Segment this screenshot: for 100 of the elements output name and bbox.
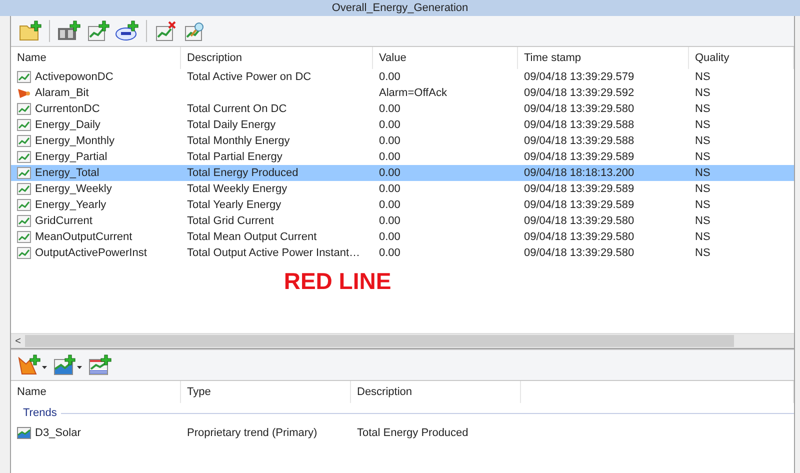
trend-chart-icon [17,71,31,83]
table-cell: NS [695,247,710,259]
trend-chart-icon [17,199,31,211]
table-cell: D3_Solar [35,427,81,439]
group-title: Trends [23,407,57,419]
table-cell: 0.00 [379,135,400,147]
table-cell: Proprietary trend (Primary) [187,427,318,439]
trend-chart-icon [17,247,31,259]
table-cell: NS [695,103,710,115]
table-cell: NS [695,135,710,147]
table-cell: 09/04/18 13:39:29.589 [524,199,634,211]
table-cell: Total Partial Energy [187,151,282,163]
table-row[interactable]: Energy_Daily Total Daily Energy 0.00 09/04/18 13:39:29.588 NS [11,117,794,133]
table-row[interactable]: CurrentonDC Total Current On DC 0.00 09/04/18 13:39:29.580 NS [11,101,794,117]
table-cell: NS [695,183,710,195]
table-cell: 0.00 [379,119,400,131]
table-cell: NS [695,71,710,83]
table-cell: Total Energy Produced [357,427,468,439]
table-cell: Alaram_Bit [35,87,89,99]
add-binary-variable-button[interactable] [56,19,82,43]
table-cell: NS [695,199,710,211]
table-cell: 09/04/18 13:39:29.592 [524,87,634,99]
trend-chart-icon [17,215,31,227]
table-cell: 09/04/18 13:39:29.580 [524,247,634,259]
table-row[interactable]: Energy_Partial Total Partial Energy 0.00 09/04/18 13:39:29.589 NS [11,149,794,165]
table-cell: Alarm=OffAck [379,87,447,99]
table-cell: 0.00 [379,151,400,163]
table-cell: 0.00 [379,199,400,211]
table-cell: Total Daily Energy [187,119,276,131]
table-cell: 09/04/18 13:39:29.580 [524,231,634,243]
table-row[interactable]: Energy_Weekly Total Weekly Energy 0.00 09/04/18 13:39:29.589 NS [11,181,794,197]
table-cell: 09/04/18 13:39:29.589 [524,151,634,163]
table-cell: Energy_Monthly [35,135,114,147]
column-header[interactable]: Quality [689,47,794,69]
column-header[interactable]: Name [11,381,181,403]
add-text-variable-button[interactable] [114,19,140,43]
table-cell: Total Energy Produced [187,167,298,179]
column-header[interactable]: Description [351,381,521,403]
table-cell: Energy_Partial [35,151,108,163]
area-chart-icon [17,427,31,439]
table-cell: 0.00 [379,215,400,227]
table-cell: Total Yearly Energy [187,199,282,211]
trend-chart-icon [17,167,31,179]
column-header[interactable]: Value [373,47,518,69]
scrollbar-thumb[interactable] [25,335,734,347]
add-folder-button[interactable] [17,19,43,43]
table-cell: 09/04/18 13:39:29.589 [524,183,634,195]
table-cell: 0.00 [379,167,400,179]
column-header[interactable]: Name [11,47,181,69]
trend-chart-icon [17,151,31,163]
column-header[interactable]: Type [181,381,351,403]
trend-chart-icon [17,103,31,115]
table-cell: NS [695,151,710,163]
trend-chart-icon [17,119,31,131]
table-cell: 0.00 [379,103,400,115]
alarm-horn-icon [17,87,31,99]
table-cell: 0.00 [379,231,400,243]
trend-chart-icon [17,183,31,195]
add-area-trend-button[interactable] [52,353,84,377]
table-cell: Energy_Daily [35,119,100,131]
table-cell: Total Monthly Energy [187,135,290,147]
table-cell: Total Active Power on DC [187,71,312,83]
table-cell: NS [695,119,710,131]
table-cell: Energy_Weekly [35,183,112,195]
table-cell: Energy_Yearly [35,199,106,211]
table-cell: NS [695,215,710,227]
table-row[interactable]: GridCurrent Total Grid Current 0.00 09/04/18 13:39:29.580 NS [11,213,794,229]
table-cell: GridCurrent [35,215,92,227]
table-cell: Total Grid Current [187,215,274,227]
table-cell: 09/04/18 13:39:29.579 [524,71,634,83]
table-cell: Total Weekly Energy [187,183,288,195]
column-header[interactable]: Time stamp [518,47,689,69]
table-row[interactable]: Energy_Yearly Total Yearly Energy 0.00 09/04/18 13:39:29.589 NS [11,197,794,213]
table-cell: MeanOutputCurrent [35,231,132,243]
table-row[interactable]: Energy_Total Total Energy Produced 0.00 09/04/18 18:18:13.200 NS [11,165,794,181]
table-cell: 0.00 [379,183,400,195]
table-cell: Energy_Total [35,167,100,179]
table-cell: OutputActivePowerInst [35,247,147,259]
table-cell: 09/04/18 18:18:13.200 [524,167,634,179]
table-row[interactable]: Energy_Monthly Total Monthly Energy 0.00 09/04/18 13:39:29.588 NS [11,133,794,149]
table-row[interactable]: OutputActivePowerInst Total Output Active Power Instant… 0.00 09/04/18 13:39:29.580 NS [11,245,794,261]
table-row[interactable]: ActivepowonDC Total Active Power on DC 0.00 09/04/18 13:39:29.579 NS [11,69,794,85]
table-cell: Total Mean Output Current [187,231,317,243]
trend-chart-icon [17,135,31,147]
annotation-text: RED LINE [284,268,392,294]
column-header[interactable]: Description [181,47,373,69]
table-cell: CurrentonDC [35,103,100,115]
table-cell: Total Output Active Power Instant… [187,247,360,259]
add-line-trend-button[interactable] [87,353,113,377]
window-title: Overall_Energy_Generation [0,0,800,16]
table-cell: NS [695,231,710,243]
table-cell: 09/04/18 13:39:29.588 [524,135,634,147]
table-row[interactable]: Alaram_Bit Alarm=OffAck 09/04/18 13:39:29.592 NS [11,85,794,101]
table-cell: Total Current On DC [187,103,287,115]
table-cell: 0.00 [379,247,400,259]
table-cell: 0.00 [379,71,400,83]
table-row[interactable]: MeanOutputCurrent Total Mean Output Current 0.00 09/04/18 13:39:29.580 NS [11,229,794,245]
add-alarm-button[interactable] [17,353,49,377]
table-cell: ActivepowonDC [35,71,114,83]
add-trend-button[interactable] [85,19,111,43]
